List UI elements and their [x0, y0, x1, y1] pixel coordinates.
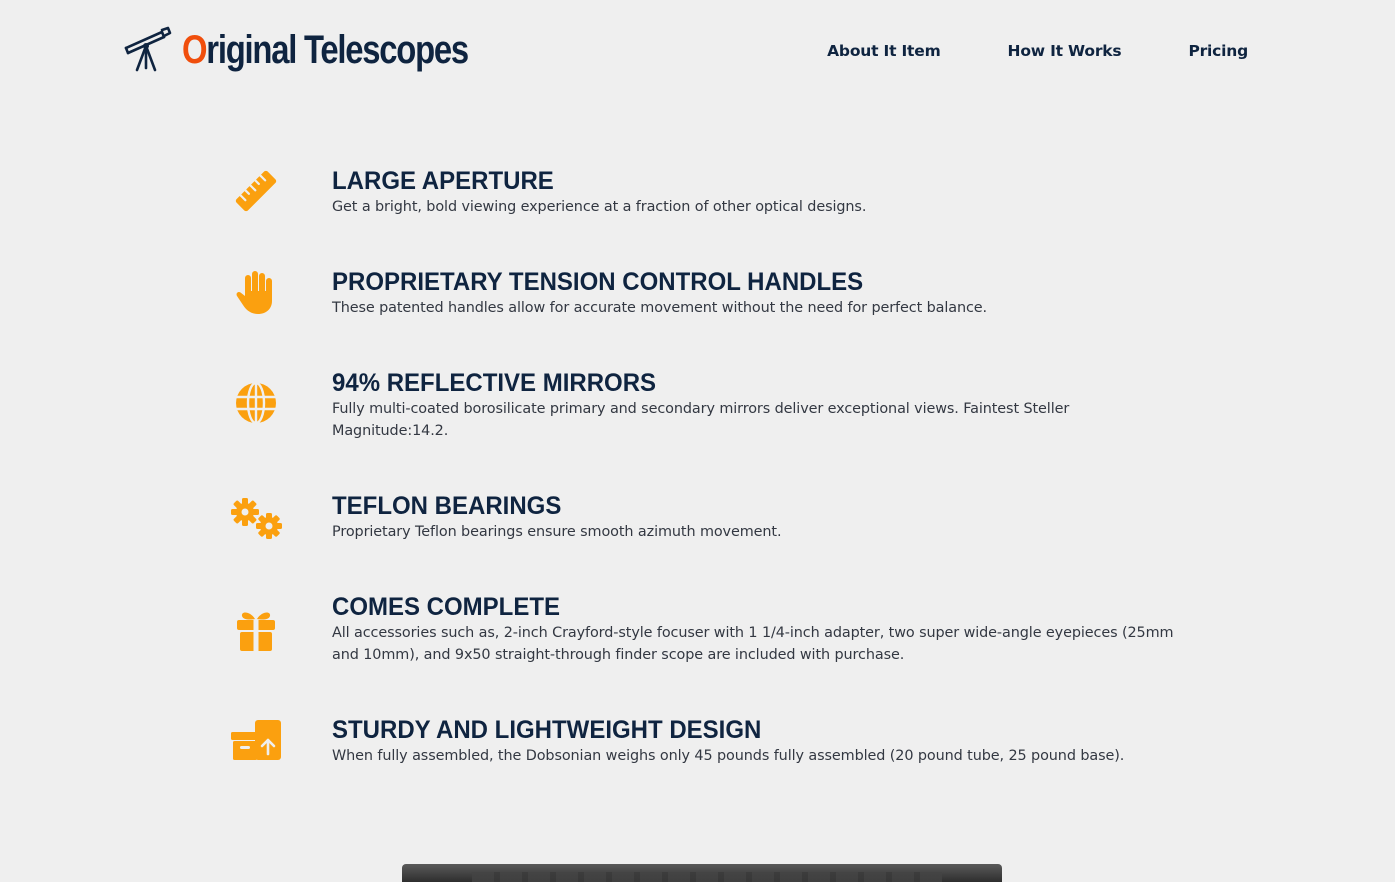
- site-header: Original Telescopes About It Item How It…: [0, 0, 1395, 110]
- brand-rest: riginal Telescopes: [206, 27, 469, 72]
- nav-pricing[interactable]: Pricing: [1188, 42, 1248, 60]
- feature-text: COMES COMPLETE All accessories such as, …: [332, 592, 1188, 666]
- ruler-icon: [228, 166, 284, 216]
- video-thumbnail-overlay: [472, 872, 942, 882]
- feature-text: PROPRIETARY TENSION CONTROL HANDLES Thes…: [332, 267, 1188, 319]
- box-upload-icon: [228, 715, 284, 765]
- hand-icon: [228, 267, 284, 317]
- feature-title: LARGE APERTURE: [332, 167, 554, 195]
- feature-text: 94% REFLECTIVE MIRRORS Fully multi-coate…: [332, 368, 1188, 442]
- nav-how-it-works[interactable]: How It Works: [1008, 42, 1122, 60]
- nav-about-item[interactable]: About It Item: [827, 42, 941, 60]
- globe-icon: [228, 378, 284, 428]
- feature-description: Fully multi-coated borosilicate primary …: [332, 401, 1070, 439]
- feature-description: When fully assembled, the Dobsonian weig…: [332, 748, 1125, 764]
- feature-text: TEFLON BEARINGS Proprietary Teflon beari…: [332, 491, 1188, 543]
- feature-title: COMES COMPLETE: [332, 593, 561, 621]
- telescope-icon: [124, 26, 172, 72]
- brand-initial: O: [182, 27, 208, 72]
- feature-title: TEFLON BEARINGS: [332, 492, 562, 520]
- gears-icon: [228, 493, 284, 543]
- feature-description: These patented handles allow for accurat…: [332, 300, 988, 316]
- video-preview[interactable]: [402, 864, 1002, 882]
- site-logo[interactable]: Original Telescopes: [122, 20, 531, 80]
- feature-title: 94% REFLECTIVE MIRRORS: [332, 369, 657, 397]
- feature-title: STURDY AND LIGHTWEIGHT DESIGN: [332, 716, 762, 744]
- gift-icon: [228, 606, 284, 656]
- feature-description: Get a bright, bold viewing experience at…: [332, 199, 867, 215]
- brand-name: Original Telescopes: [182, 27, 469, 73]
- feature-text: LARGE APERTURE Get a bright, bold viewin…: [332, 166, 1188, 218]
- feature-description: All accessories such as, 2-inch Crayford…: [332, 625, 1174, 663]
- feature-description: Proprietary Teflon bearings ensure smoot…: [332, 524, 782, 540]
- feature-title: PROPRIETARY TENSION CONTROL HANDLES: [332, 268, 864, 296]
- feature-text: STURDY AND LIGHTWEIGHT DESIGN When fully…: [332, 715, 1188, 767]
- main-nav: About It Item How It Works Pricing: [827, 42, 1248, 60]
